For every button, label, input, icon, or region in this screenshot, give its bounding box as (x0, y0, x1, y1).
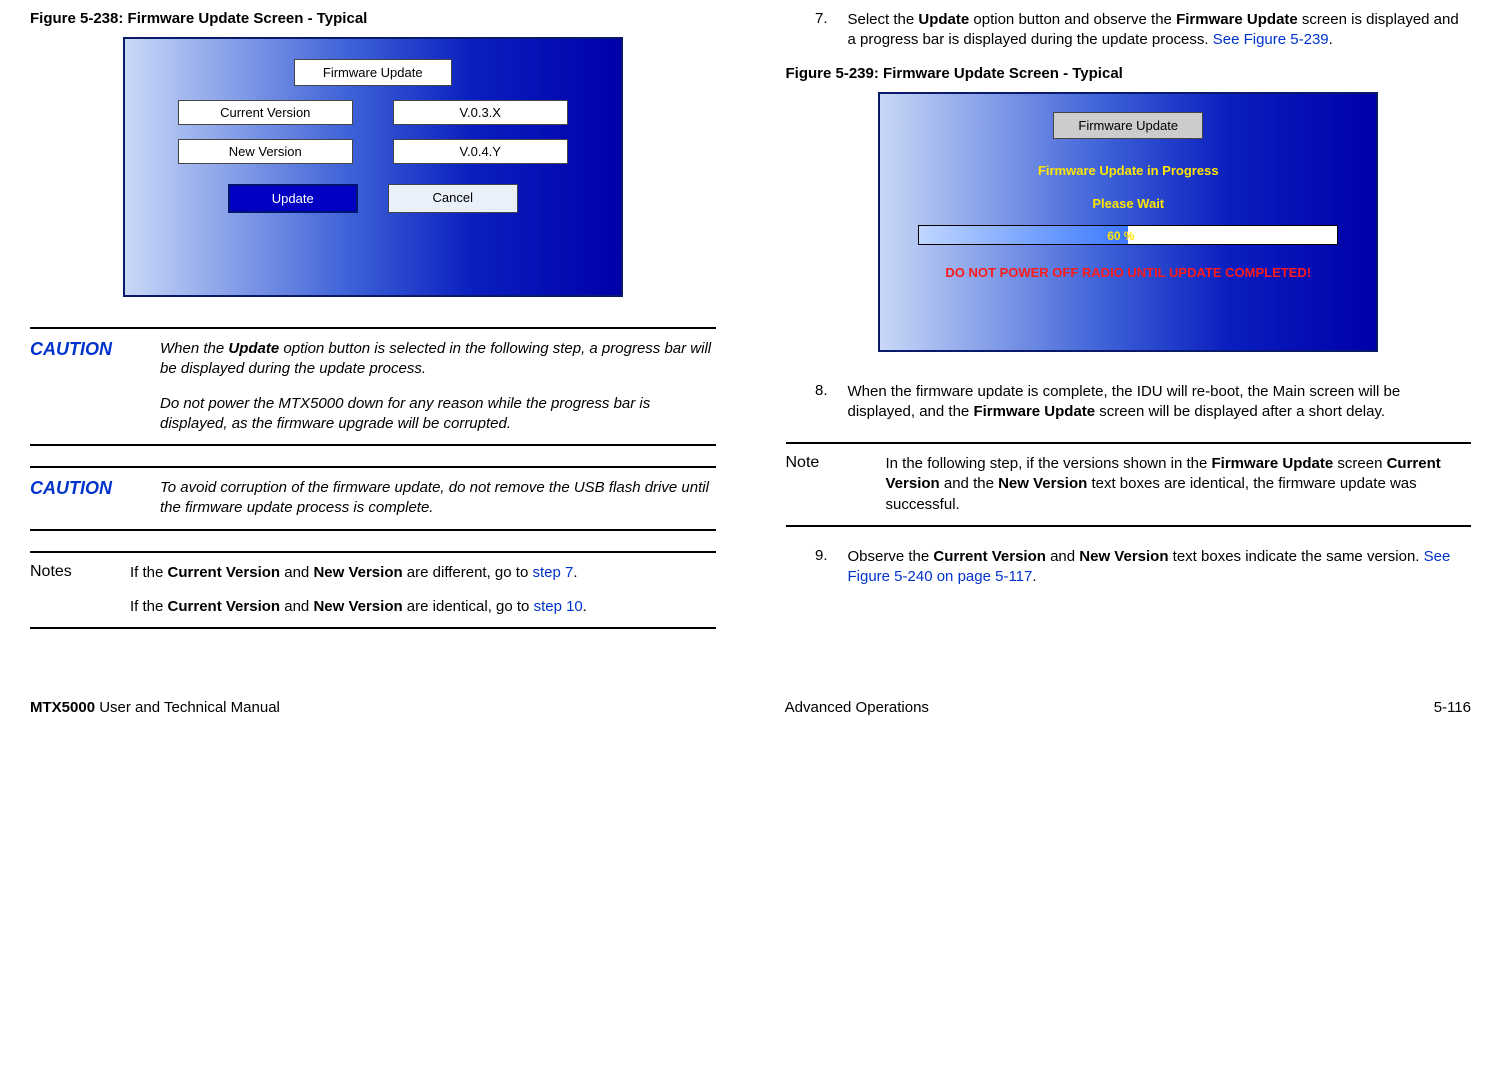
footer-page-number: 5-116 (1434, 699, 1471, 716)
text: Observe the (848, 548, 934, 565)
notes-label: Notes (30, 563, 110, 618)
page-footer: MTX5000 User and Technical Manual Advanc… (30, 699, 1471, 716)
step-body: When the firmware update is complete, th… (848, 382, 1472, 423)
new-version-bold: New Version (998, 475, 1087, 492)
current-version-bold: Current Version (933, 548, 1046, 565)
text: Select the (848, 11, 919, 28)
step-8: 8. When the firmware update is complete,… (786, 382, 1472, 423)
firmware-update-bold: Firmware Update (1176, 11, 1298, 28)
note-block-right: Note In the following step, if the versi… (786, 442, 1472, 527)
caution-body: To avoid corruption of the firmware upda… (160, 478, 716, 519)
new-version-bold: New Version (313, 598, 402, 615)
text: are different, go to (403, 564, 533, 581)
text: and (280, 598, 313, 615)
firmware-update-bold: Firmware Update (1212, 455, 1334, 472)
text: and (1046, 548, 1079, 565)
text: are identical, go to (403, 598, 534, 615)
step-number: 9. (786, 547, 828, 588)
figure-239-caption: Figure 5-239: Firmware Update Screen - T… (786, 65, 1472, 82)
new-version-value: V.0.4.Y (393, 139, 568, 164)
figure-238-caption: Figure 5-238: Firmware Update Screen - T… (30, 10, 716, 27)
step-body: Select the Update option button and obse… (848, 10, 1472, 51)
update-word: Update (228, 340, 279, 357)
step-body: Observe the Current Version and New Vers… (848, 547, 1472, 588)
note-body: In the following step, if the versions s… (886, 454, 1472, 515)
step-7: 7. Select the Update option button and o… (786, 10, 1472, 51)
caution-block-2: CAUTION To avoid corruption of the firmw… (30, 466, 716, 531)
notes-block: Notes If the Current Version and New Ver… (30, 551, 716, 630)
note-label: Note (786, 454, 866, 515)
step-9: 9. Observe the Current Version and New V… (786, 547, 1472, 588)
text: In the following step, if the versions s… (886, 455, 1212, 472)
firmware-update-screen-238: Firmware Update Current Version V.0.3.X … (123, 37, 623, 297)
update-button[interactable]: Update (228, 184, 358, 213)
caution-block-1: CAUTION When the Update option button is… (30, 327, 716, 446)
product-name: MTX5000 (30, 699, 95, 716)
text: . (1032, 568, 1036, 585)
text: screen will be displayed after a short d… (1095, 403, 1385, 420)
see-figure-239-link[interactable]: See Figure 5-239 (1213, 31, 1329, 48)
manual-title: User and Technical Manual (95, 699, 280, 716)
text: If the (130, 598, 168, 615)
caution-label: CAUTION (30, 339, 140, 434)
current-version-bold: Current Version (168, 598, 281, 615)
progress-percent: 60 % (1107, 229, 1134, 243)
text: and (280, 564, 313, 581)
current-version-value: V.0.3.X (393, 100, 568, 125)
text: text boxes indicate the same version. (1169, 548, 1424, 565)
text: . (583, 598, 587, 615)
progress-fill (919, 226, 1128, 244)
screen-title: Firmware Update (1053, 112, 1203, 139)
notes-body: If the Current Version and New Version a… (130, 563, 587, 618)
text: If the (130, 564, 168, 581)
current-version-label: Current Version (178, 100, 353, 125)
caution-para-2: Do not power the MTX5000 down for any re… (160, 394, 716, 435)
text: . (1329, 31, 1333, 48)
update-bold: Update (918, 11, 969, 28)
screen-title: Firmware Update (294, 59, 452, 86)
text: option button and observe the (969, 11, 1176, 28)
text: and the (940, 475, 998, 492)
step-10-link[interactable]: step 10 (534, 598, 583, 615)
text: When the (160, 340, 228, 357)
new-version-label: New Version (178, 139, 353, 164)
firmware-update-screen-239: Firmware Update Firmware Update in Progr… (878, 92, 1378, 352)
firmware-update-bold: Firmware Update (973, 403, 1095, 420)
warning-text: DO NOT POWER OFF RADIO UNTIL UPDATE COMP… (945, 265, 1311, 280)
new-version-bold: New Version (1079, 548, 1168, 565)
new-version-bold: New Version (313, 564, 402, 581)
current-version-bold: Current Version (168, 564, 281, 581)
step-number: 7. (786, 10, 828, 51)
caution-body: When the Update option button is selecte… (160, 339, 716, 434)
footer-left: MTX5000 User and Technical Manual (30, 699, 280, 716)
step-7-link[interactable]: step 7 (532, 564, 573, 581)
text: screen (1333, 455, 1386, 472)
progress-bar: 60 % (918, 225, 1338, 245)
text: . (573, 564, 577, 581)
footer-center: Advanced Operations (785, 699, 929, 716)
caution-label: CAUTION (30, 478, 140, 519)
cancel-button[interactable]: Cancel (388, 184, 518, 213)
progress-line-1: Firmware Update in Progress (1038, 163, 1219, 178)
progress-line-2: Please Wait (1092, 196, 1164, 211)
step-number: 8. (786, 382, 828, 423)
